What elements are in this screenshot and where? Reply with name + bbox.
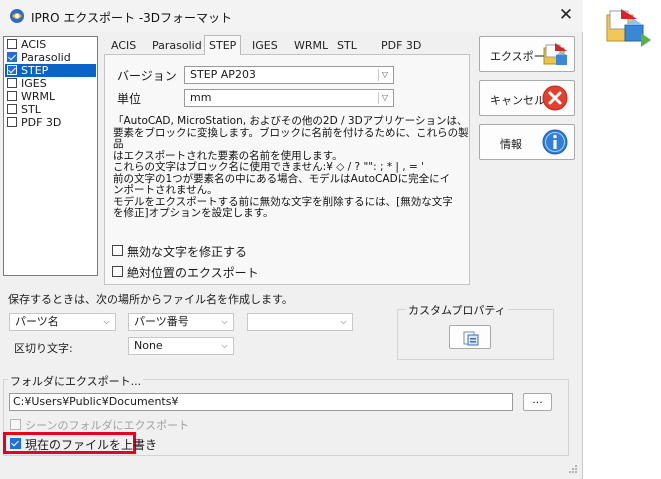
tab-acis[interactable]: ACIS (107, 37, 140, 55)
overwrite-checkbox[interactable] (10, 438, 21, 449)
export-folder-heading: フォルダにエクスポート... (8, 373, 144, 389)
chevron-down-icon: ▽ (378, 69, 391, 81)
format-label: PDF 3D (21, 116, 62, 129)
ipro-app-icon[interactable] (603, 7, 653, 49)
format-checkbox[interactable] (7, 91, 17, 101)
save-name-heading: 保存するときは、次の場所からファイル名を作成します。 (8, 293, 293, 306)
format-checkbox[interactable] (7, 104, 17, 114)
format-label: WRML (21, 90, 56, 103)
app-logo-icon (10, 9, 24, 23)
info-button[interactable]: 情報 (479, 124, 575, 160)
format-list: ACIS Parasolid STEP IGES WRML STL PDF 3D (3, 36, 98, 276)
custom-properties-button[interactable] (449, 325, 491, 349)
tab-pdf3d[interactable]: PDF 3D (377, 37, 425, 55)
version-select[interactable]: STEP AP203 ▽ (184, 66, 394, 84)
absolute-position-checkbox[interactable] (112, 266, 123, 277)
properties-icon (463, 331, 479, 346)
format-item-acis[interactable]: ACIS (5, 38, 96, 51)
separator-value: None (134, 339, 163, 352)
scene-folder-label: シーンのフォルダにエクスポート (25, 419, 190, 432)
version-value: STEP AP203 (190, 68, 256, 81)
chevron-down-icon: ⌵ (221, 341, 228, 350)
name-source-1-select[interactable]: パーツ名 ⌵ (9, 313, 116, 331)
overwrite-label: 現在のファイルを上書き (25, 438, 158, 452)
format-label: STEP (21, 64, 49, 77)
format-label: IGES (21, 77, 47, 90)
format-checkbox[interactable] (7, 117, 17, 127)
format-item-wrml[interactable]: WRML (5, 90, 96, 103)
absolute-position-label: 絶対位置のエクスポート (127, 266, 259, 280)
format-checkbox[interactable] (7, 39, 17, 49)
folder-path-input[interactable]: C:¥Users¥Public¥Documents¥ (9, 393, 513, 411)
scene-folder-checkbox (10, 419, 21, 430)
unit-label: 単位 (117, 92, 142, 106)
tab-iges[interactable]: IGES (248, 37, 282, 55)
cancel-button[interactable]: キャンセル (479, 80, 575, 116)
chevron-down-icon: ⌵ (340, 317, 347, 326)
window-title: IPRO エクスポート -3Dフォーマット (31, 11, 233, 25)
step-description: 「AutoCAD, MicroStation, およびその他の2D / 3Dアプ… (113, 115, 469, 219)
format-item-parasolid[interactable]: Parasolid (5, 51, 96, 64)
name-source-3-select[interactable]: ⌵ (247, 313, 353, 331)
info-icon (542, 129, 568, 155)
resize-grip-icon[interactable] (568, 464, 578, 474)
custom-properties-label: カスタムプロパティ (406, 302, 508, 318)
format-checkbox[interactable] (7, 78, 17, 88)
format-label: ACIS (21, 38, 47, 51)
tab-stl[interactable]: STL (333, 37, 361, 55)
format-item-step[interactable]: STEP (5, 64, 96, 77)
format-item-stl[interactable]: STL (5, 103, 96, 116)
version-label: バージョン (117, 69, 177, 83)
format-item-pdf3d[interactable]: PDF 3D (5, 116, 96, 129)
unit-select[interactable]: mm ▽ (184, 89, 394, 107)
format-item-iges[interactable]: IGES (5, 77, 96, 90)
browse-button[interactable]: ... (523, 393, 552, 411)
format-checkbox[interactable] (7, 65, 17, 75)
fix-invalid-chars-label: 無効な文字を修正する (127, 245, 248, 259)
name-source-2-value: パーツ番号 (134, 315, 189, 328)
separator-label: 区切り文字: (14, 342, 73, 355)
unit-value: mm (190, 91, 212, 104)
info-button-label: 情報 (500, 138, 522, 151)
folder-path-value: C:¥Users¥Public¥Documents¥ (13, 395, 179, 408)
browse-label: ... (532, 393, 543, 406)
cancel-icon (542, 85, 568, 111)
format-label: STL (21, 103, 41, 116)
title-bar: IPRO エクスポート -3Dフォーマット ✕ (0, 0, 583, 32)
tab-parasolid[interactable]: Parasolid (148, 37, 206, 55)
cancel-button-label: キャンセル (490, 94, 545, 107)
chevron-down-icon: ▽ (378, 92, 391, 104)
name-source-1-value: パーツ名 (15, 315, 59, 328)
tab-step[interactable]: STEP (204, 35, 242, 55)
format-label: Parasolid (21, 51, 71, 64)
export-dialog: IPRO エクスポート -3Dフォーマット ✕ ACIS Parasolid S… (0, 0, 583, 479)
chevron-down-icon: ⌵ (103, 317, 110, 326)
name-source-2-select[interactable]: パーツ番号 ⌵ (128, 313, 234, 331)
tab-wrml[interactable]: WRML (290, 37, 332, 55)
format-checkbox[interactable] (7, 52, 17, 62)
close-icon[interactable]: ✕ (556, 5, 576, 25)
export-button[interactable]: エクスポート (479, 36, 575, 72)
separator-select[interactable]: None ⌵ (128, 337, 234, 355)
chevron-down-icon: ⌵ (221, 317, 228, 326)
fix-invalid-chars-checkbox[interactable] (112, 245, 123, 256)
export-icon (543, 43, 567, 65)
